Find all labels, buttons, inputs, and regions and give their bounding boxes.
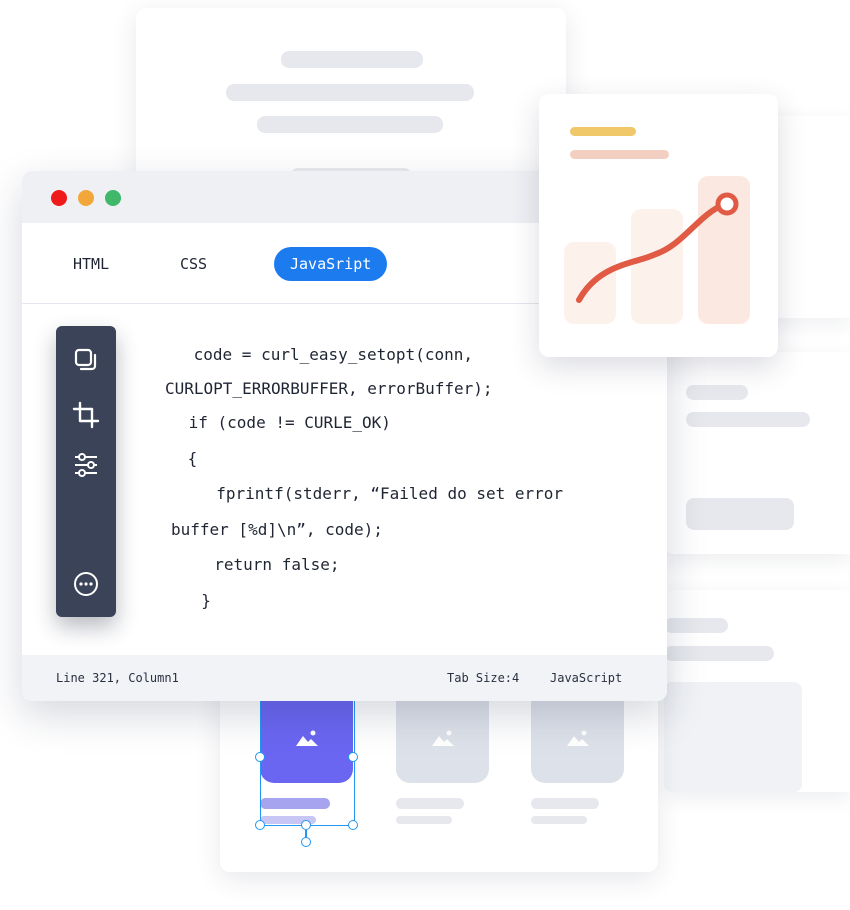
caption-line	[531, 798, 599, 809]
caption-line	[396, 816, 452, 824]
caption-line	[531, 816, 587, 824]
more-icon[interactable]	[72, 570, 100, 598]
placeholder-image	[664, 682, 802, 792]
growth-chart	[564, 176, 750, 324]
tab-css[interactable]: CSS	[180, 247, 207, 281]
code-line[interactable]: return false;	[195, 555, 339, 574]
side-card	[664, 590, 850, 792]
placeholder-line	[664, 646, 774, 661]
maximize-window-button[interactable]	[105, 190, 121, 206]
code-line[interactable]: {	[178, 449, 198, 468]
placeholder-line	[664, 618, 728, 633]
sliders-icon[interactable]	[72, 451, 100, 479]
tab-html[interactable]: HTML	[73, 247, 109, 281]
image-tile[interactable]	[531, 693, 624, 783]
caption-line	[396, 798, 464, 809]
rotate-handle[interactable]	[301, 837, 311, 847]
resize-handle[interactable]	[301, 820, 311, 830]
resize-handle[interactable]	[255, 752, 265, 762]
resize-handle[interactable]	[348, 752, 358, 762]
image-icon	[432, 730, 454, 746]
editor-toolbar	[56, 326, 116, 617]
close-window-button[interactable]	[51, 190, 67, 206]
placeholder-line	[226, 84, 474, 101]
cursor-position[interactable]: Line 321, Column1	[56, 671, 179, 685]
image-icon	[567, 730, 589, 746]
placeholder-line	[281, 51, 423, 68]
resize-handle[interactable]	[348, 820, 358, 830]
side-card	[664, 352, 850, 554]
code-line[interactable]: if (code != CURLE_OK)	[179, 413, 391, 432]
placeholder-line	[686, 385, 748, 400]
resize-handle[interactable]	[255, 820, 265, 830]
tab-javascript[interactable]: JavaSript	[274, 247, 388, 281]
chart-bar	[631, 209, 683, 324]
language-indicator[interactable]: JavaScript	[550, 671, 622, 685]
code-line[interactable]: CURLOPT_ERRORBUFFER, errorBuffer);	[165, 379, 493, 398]
placeholder-line	[257, 116, 443, 133]
placeholder-line	[686, 412, 810, 427]
copy-icon[interactable]	[72, 346, 100, 374]
code-line[interactable]: code = curl_easy_setopt(conn,	[184, 345, 473, 364]
code-line[interactable]: fprintf(stderr, “Failed do set error	[197, 484, 563, 503]
placeholder-button	[686, 498, 794, 530]
image-tile[interactable]	[396, 693, 489, 783]
status-bar: Line 321, Column1 Tab Size:4 JavaScript	[22, 655, 667, 701]
crop-icon[interactable]	[72, 401, 100, 429]
minimize-window-button[interactable]	[78, 190, 94, 206]
tab-size-indicator[interactable]: Tab Size:4	[447, 671, 519, 685]
code-line[interactable]: buffer [%d]\n”, code);	[171, 520, 383, 539]
code-line[interactable]: }	[182, 591, 211, 610]
growth-chart-card	[539, 94, 778, 357]
trend-endpoint-marker	[715, 192, 739, 216]
selection-box[interactable]	[260, 700, 355, 826]
